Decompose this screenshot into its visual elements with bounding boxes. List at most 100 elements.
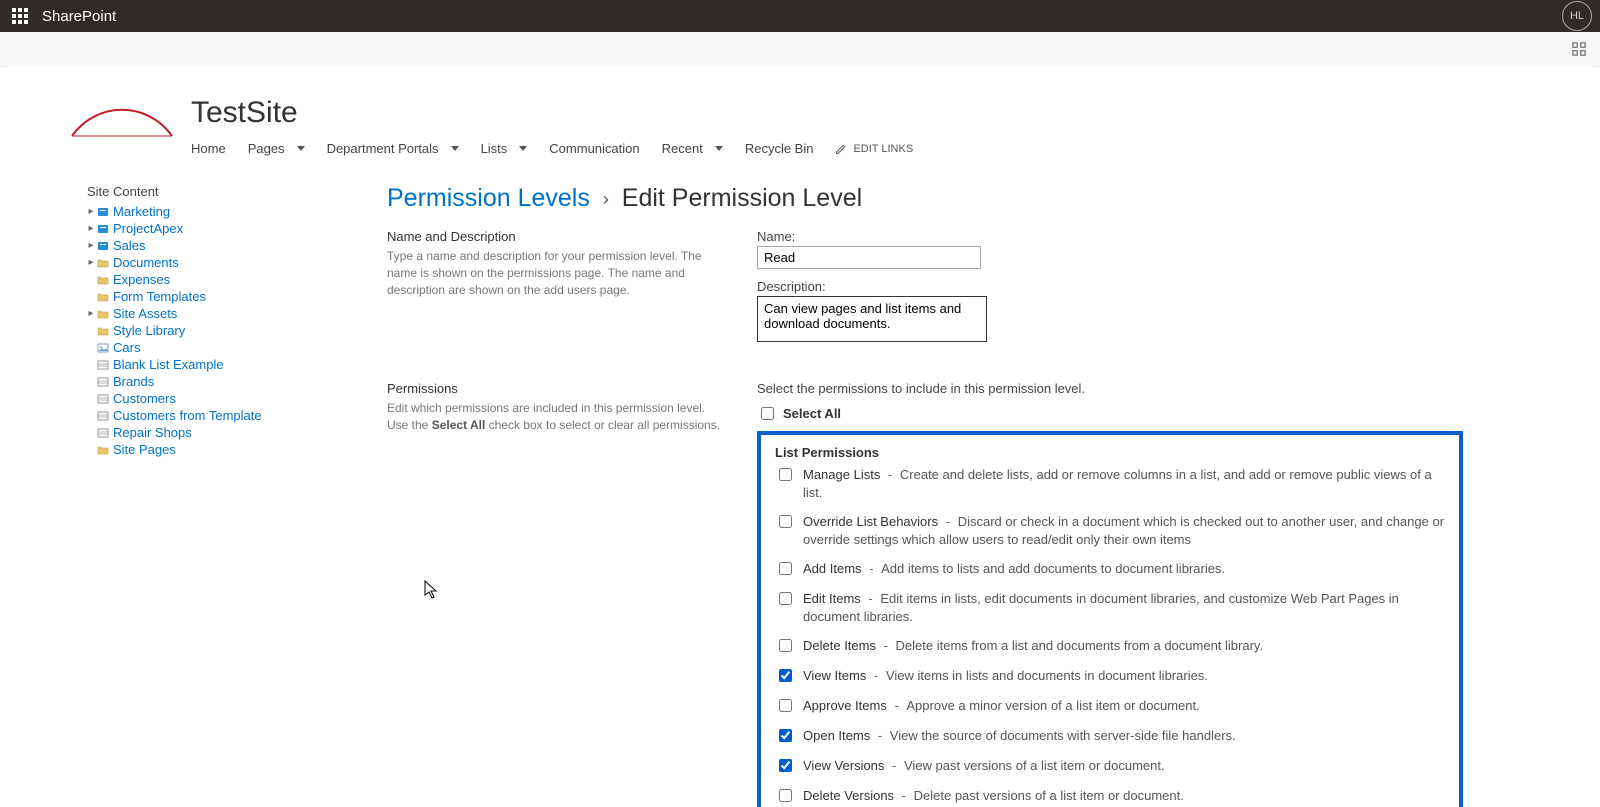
page-actions-bar	[0, 32, 1600, 67]
dash-separator: -	[880, 638, 892, 653]
suite-bar: SharePoint HL	[0, 0, 1600, 32]
nav-item[interactable]: Pages	[248, 141, 305, 156]
edit-links-button[interactable]: EDIT LINKS	[835, 143, 913, 155]
expand-icon[interactable]: ▸	[87, 223, 95, 234]
site-content-tree: ▸ Marketing ▸ ProjectApex ▸ Sales ▸ Documents Ex…	[87, 203, 387, 458]
permission-checkbox[interactable]	[779, 789, 792, 802]
expand-icon[interactable]: ▸	[87, 257, 95, 268]
site-title[interactable]: TestSite	[191, 96, 913, 129]
tree-item[interactable]: Repair Shops	[87, 424, 387, 441]
nav-item[interactable]: Recycle Bin	[745, 141, 814, 156]
permission-description: Add items to lists and add documents to …	[881, 561, 1225, 576]
tree-item-link[interactable]: Expenses	[113, 272, 170, 287]
brand-label[interactable]: SharePoint	[42, 8, 116, 25]
name-desc-section-help: Type a name and description for your per…	[387, 248, 727, 298]
permission-item: Delete Items - Delete items from a list …	[775, 637, 1445, 655]
dash-separator: -	[898, 788, 910, 803]
nav-item-label: Department Portals	[327, 141, 439, 156]
tree-item-link[interactable]: Customers	[113, 391, 176, 406]
name-field-label: Name:	[757, 229, 1487, 244]
description-textarea[interactable]	[757, 296, 987, 342]
tree-item-link[interactable]: Repair Shops	[113, 425, 192, 440]
permission-checkbox[interactable]	[779, 669, 792, 682]
breadcrumb-parent-link[interactable]: Permission Levels	[387, 184, 590, 212]
tree-item-link[interactable]: Blank List Example	[113, 357, 224, 372]
tree-item[interactable]: Site Pages	[87, 441, 387, 458]
tree-item-link[interactable]: Cars	[113, 340, 140, 355]
tree-item[interactable]: Form Templates	[87, 288, 387, 305]
permission-checkbox[interactable]	[779, 562, 792, 575]
dash-separator: -	[888, 758, 900, 773]
expand-icon[interactable]: ▸	[87, 308, 95, 319]
user-initials: HL	[1570, 10, 1584, 22]
focus-content-icon[interactable]	[1572, 42, 1586, 56]
tree-item-link[interactable]: Documents	[113, 255, 179, 270]
nav-item[interactable]: Lists	[481, 141, 528, 156]
tree-item[interactable]: ▸ Marketing	[87, 203, 387, 220]
nav-item[interactable]: Home	[191, 141, 226, 156]
permission-checkbox[interactable]	[779, 759, 792, 772]
permission-description: View the source of documents with server…	[890, 728, 1236, 743]
permission-name: Edit Items	[803, 591, 861, 606]
tree-item-link[interactable]: Sales	[113, 238, 146, 253]
tree-item[interactable]: ▸ Documents	[87, 254, 387, 271]
permission-checkbox[interactable]	[779, 729, 792, 742]
permission-item: Manage Lists - Create and delete lists, …	[775, 466, 1445, 501]
permission-name: View Items	[803, 668, 866, 683]
tree-item-link[interactable]: Style Library	[113, 323, 185, 338]
name-input[interactable]	[757, 246, 981, 269]
nav-item[interactable]: Communication	[549, 141, 639, 156]
expand-icon[interactable]: ▸	[87, 206, 95, 217]
permission-checkbox[interactable]	[779, 468, 792, 481]
tree-item[interactable]: Expenses	[87, 271, 387, 288]
permission-name: Add Items	[803, 561, 862, 576]
app-launcher-button[interactable]	[4, 0, 36, 32]
dash-separator: -	[891, 698, 903, 713]
tree-item[interactable]: ▸ Sales	[87, 237, 387, 254]
tree-item[interactable]: Customers from Template	[87, 407, 387, 424]
tree-item[interactable]: Customers	[87, 390, 387, 407]
mouse-cursor-icon	[422, 579, 440, 606]
tree-item-link[interactable]: Marketing	[113, 204, 170, 219]
tree-item-link[interactable]: Brands	[113, 374, 154, 389]
main-content: Permission Levels › Edit Permission Leve…	[387, 184, 1593, 807]
left-nav: Site Content ▸Marketing▸ProjectApex▸Sale…	[87, 184, 387, 458]
tree-item[interactable]: Blank List Example	[87, 356, 387, 373]
permission-checkbox[interactable]	[779, 515, 792, 528]
permission-name: Open Items	[803, 728, 870, 743]
select-all-checkbox[interactable]	[761, 407, 774, 420]
site-header: TestSite Home Pages Department Portals List…	[7, 66, 1593, 166]
tree-item-link[interactable]: Form Templates	[113, 289, 206, 304]
expand-icon[interactable]: ▸	[87, 240, 95, 251]
site-logo[interactable]	[67, 96, 177, 151]
tree-item-link[interactable]: Customers from Template	[113, 408, 262, 423]
permission-item: Delete Versions - Delete past versions o…	[775, 787, 1445, 805]
tree-item-link[interactable]: Site Pages	[113, 442, 176, 457]
tree-item[interactable]: Brands	[87, 373, 387, 390]
list-icon	[97, 376, 109, 388]
nav-item[interactable]: Department Portals	[327, 141, 459, 156]
select-all-label: Select All	[783, 406, 841, 421]
user-avatar[interactable]: HL	[1562, 1, 1592, 31]
permission-description: View past versions of a list item or doc…	[904, 758, 1165, 773]
tree-item[interactable]: ▸ Site Assets	[87, 305, 387, 322]
pencil-icon	[835, 143, 847, 155]
permission-checkbox[interactable]	[779, 592, 792, 605]
nav-item[interactable]: Recent	[662, 141, 723, 156]
permission-checkbox[interactable]	[779, 639, 792, 652]
nav-item-label: Recent	[662, 141, 703, 156]
dash-separator: -	[866, 561, 878, 576]
breadcrumb-separator-icon: ›	[603, 189, 609, 210]
page-scroll-area[interactable]: TestSite Home Pages Department Portals List…	[7, 66, 1593, 807]
perm-group-title: List Permissions	[775, 445, 1445, 460]
tree-item-link[interactable]: Site Assets	[113, 306, 177, 321]
nav-item-label: Lists	[481, 141, 508, 156]
body-wrap: Site Content ▸Marketing▸ProjectApex▸Sale…	[7, 166, 1593, 807]
permission-item: View Items - View items in lists and doc…	[775, 667, 1445, 685]
tree-item[interactable]: Style Library	[87, 322, 387, 339]
permission-checkbox[interactable]	[779, 699, 792, 712]
tree-item[interactable]: ▸ ProjectApex	[87, 220, 387, 237]
tree-item[interactable]: Cars	[87, 339, 387, 356]
library-icon	[97, 291, 109, 303]
tree-item-link[interactable]: ProjectApex	[113, 221, 183, 236]
